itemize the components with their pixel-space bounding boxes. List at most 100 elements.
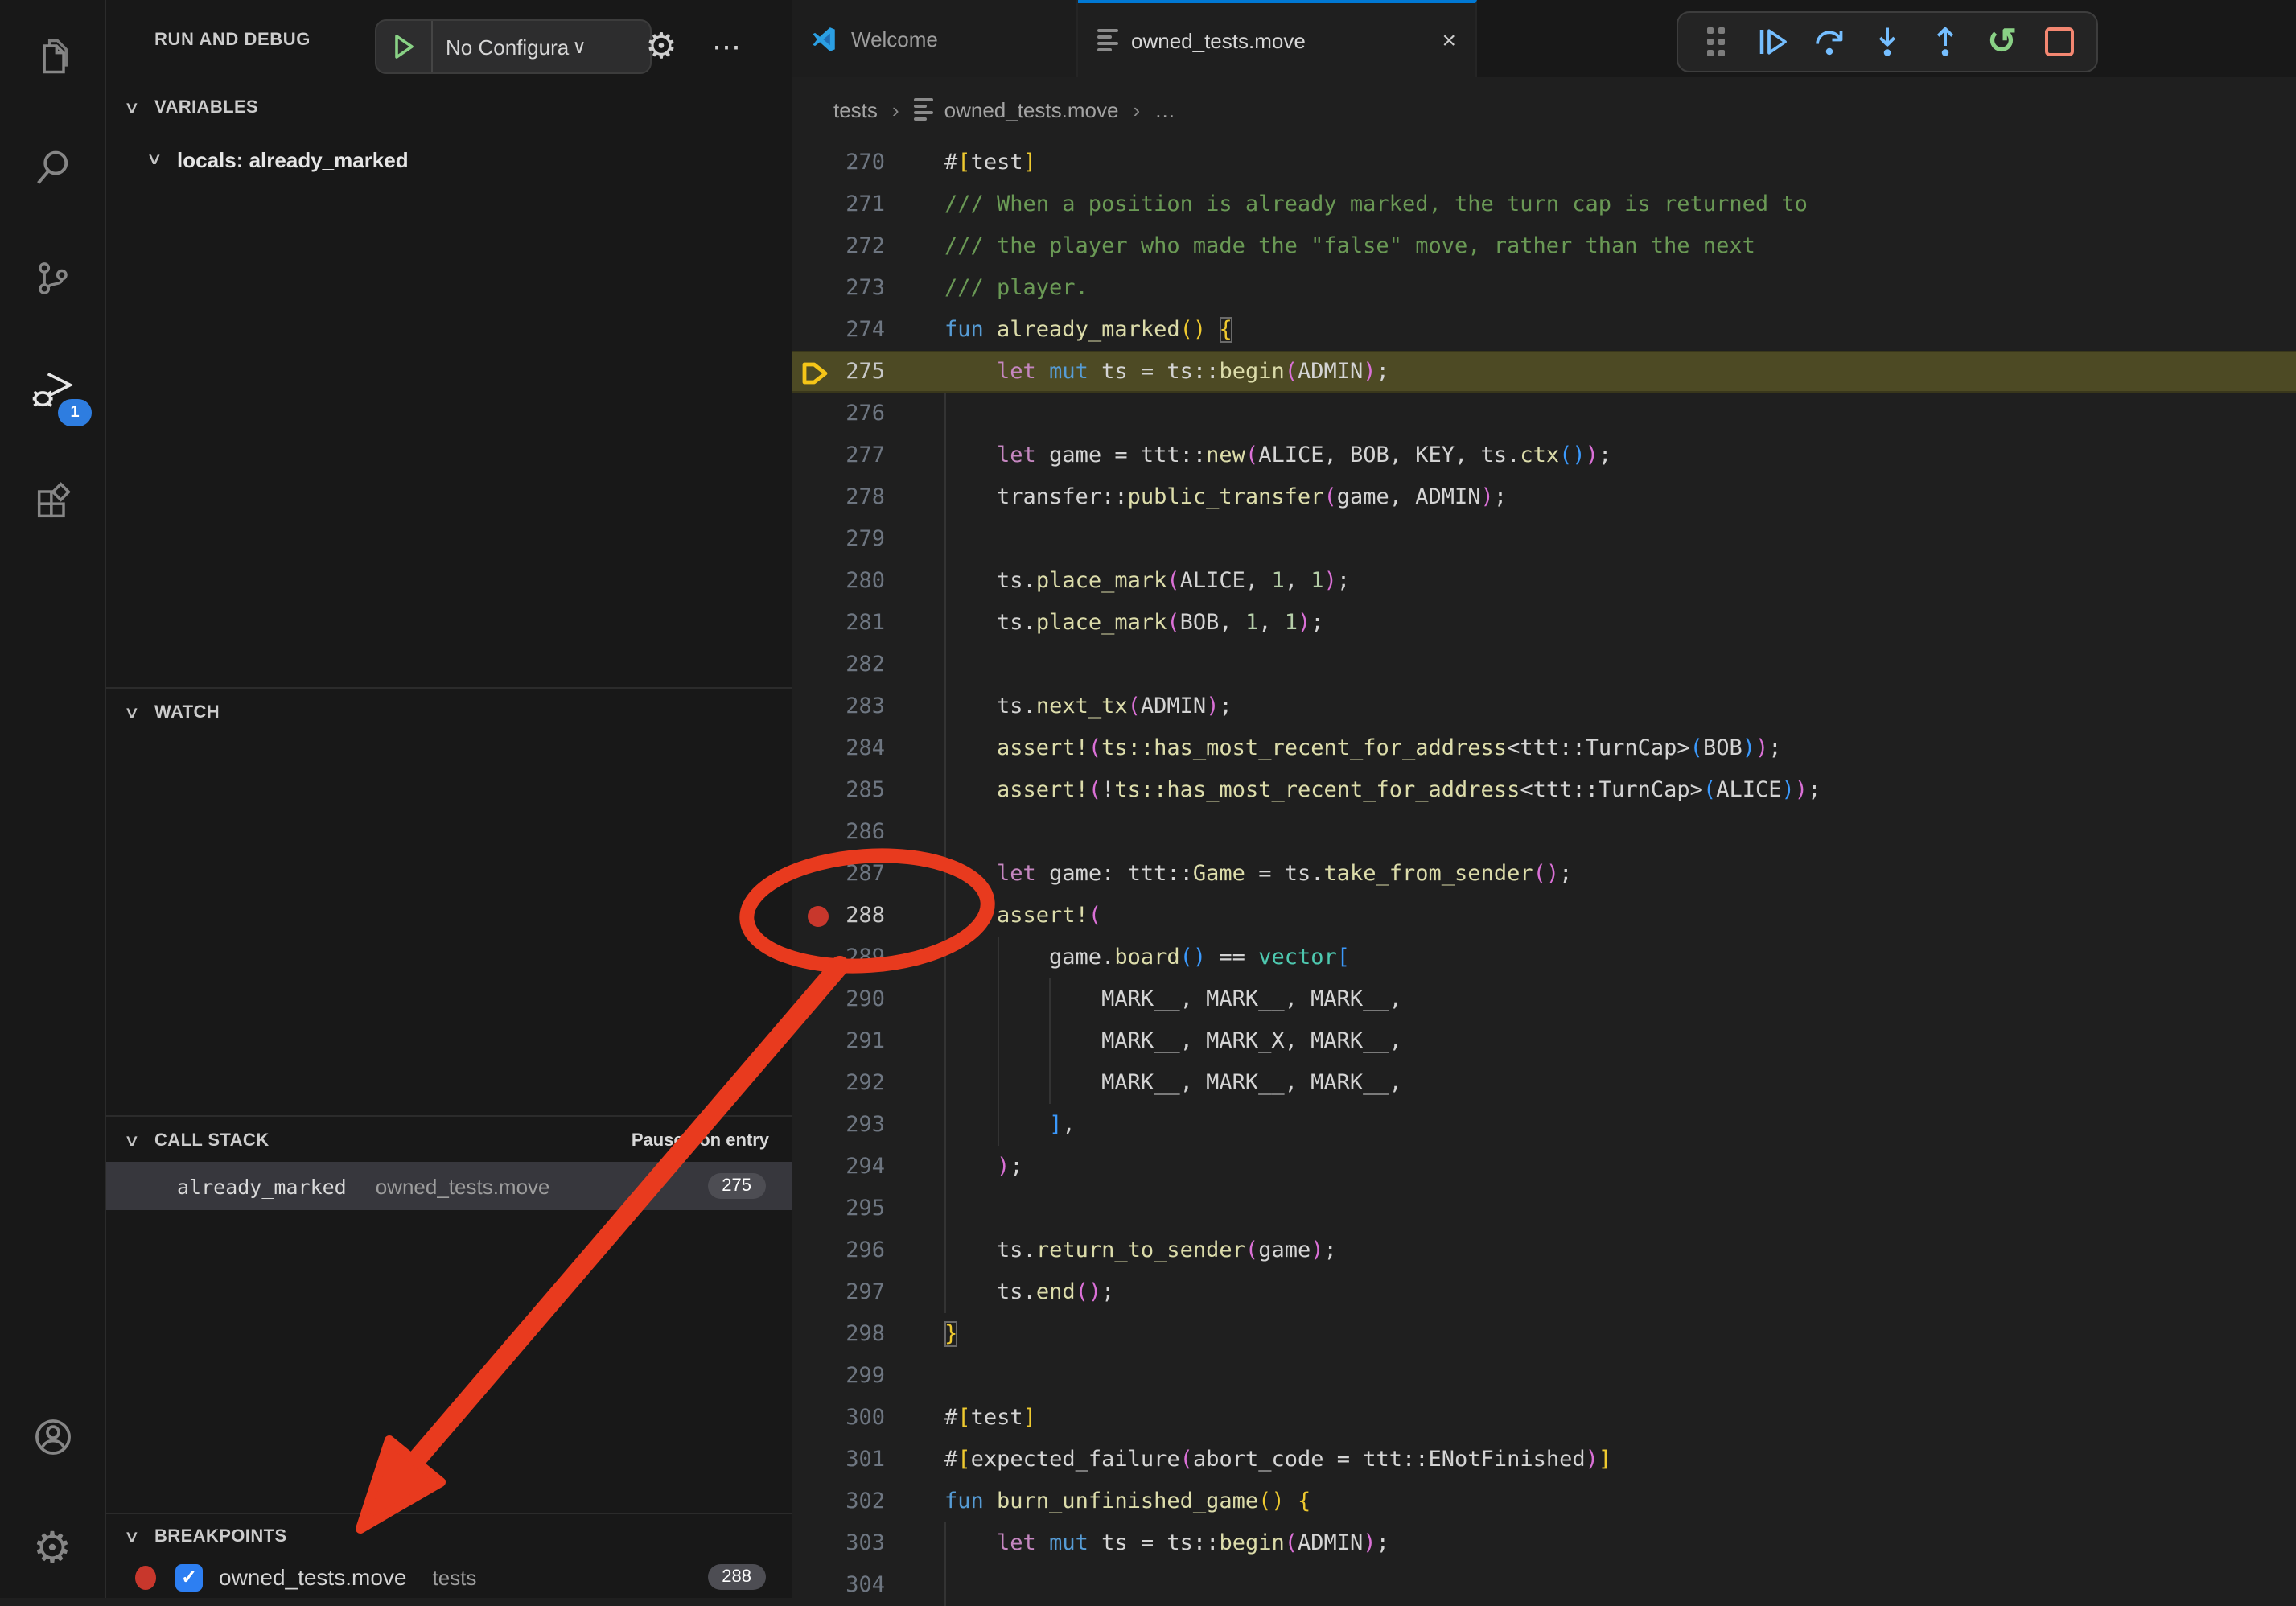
line-number[interactable]: 292	[792, 1062, 885, 1104]
line-number[interactable]: 298	[792, 1313, 885, 1355]
code-line[interactable]: 277 let game = ttt::new(ALICE, BOB, KEY,…	[792, 434, 2296, 476]
call-stack-section-header[interactable]: ∨ CALL STACK Paused on entry	[106, 1123, 792, 1159]
settings-gear-icon[interactable]: ⚙	[0, 1509, 105, 1587]
search-icon[interactable]	[0, 129, 105, 206]
line-number[interactable]: 286	[792, 811, 885, 853]
code-line[interactable]: 274fun already_marked() {	[792, 309, 2296, 351]
line-number[interactable]: 285	[792, 769, 885, 811]
code-line[interactable]: 279	[792, 518, 2296, 560]
more-actions-icon[interactable]: ⋯	[705, 24, 750, 69]
code-line[interactable]: 291 MARK__, MARK_X, MARK__,	[792, 1020, 2296, 1062]
code-line[interactable]: 295	[792, 1188, 2296, 1229]
continue-button[interactable]	[1751, 21, 1793, 63]
line-number[interactable]: 297	[792, 1271, 885, 1313]
code-line[interactable]: 278 transfer::public_transfer(game, ADMI…	[792, 476, 2296, 518]
line-number[interactable]: 278	[792, 476, 885, 518]
line-number[interactable]: 276	[792, 393, 885, 434]
breakpoint-list-item[interactable]: ✓ owned_tests.move tests 288	[106, 1555, 792, 1600]
line-number[interactable]: 302	[792, 1480, 885, 1522]
watch-section-header[interactable]: ∨ WATCH	[106, 695, 792, 731]
line-number[interactable]: 289	[792, 937, 885, 978]
explorer-icon[interactable]	[0, 18, 105, 95]
line-number[interactable]: 296	[792, 1229, 885, 1271]
line-number[interactable]: 294	[792, 1146, 885, 1188]
line-number[interactable]: 293	[792, 1104, 885, 1146]
code-line[interactable]: 280 ts.place_mark(ALICE, 1, 1);	[792, 560, 2296, 602]
line-number[interactable]: 288	[792, 895, 885, 937]
line-number[interactable]: 273	[792, 267, 885, 309]
line-number[interactable]: 295	[792, 1188, 885, 1229]
step-into-button[interactable]	[1866, 21, 1908, 63]
code-line[interactable]: 275 let mut ts = ts::begin(ADMIN);	[792, 351, 2296, 393]
line-number[interactable]: 279	[792, 518, 885, 560]
line-number[interactable]: 271	[792, 183, 885, 225]
code-lines[interactable]: 270#[test]271/// When a position is alre…	[792, 142, 2296, 1606]
code-line[interactable]: 293 ],	[792, 1104, 2296, 1146]
line-number[interactable]: 275	[792, 351, 885, 393]
breadcrumb-item-file[interactable]: owned_tests.move	[944, 97, 1119, 121]
variables-scope-row[interactable]: ∨ locals: already_marked	[106, 142, 792, 177]
code-line[interactable]: 300#[test]	[792, 1397, 2296, 1439]
step-out-button[interactable]	[1924, 21, 1965, 63]
line-number[interactable]: 284	[792, 727, 885, 769]
step-over-button[interactable]	[1809, 21, 1851, 63]
line-number[interactable]: 301	[792, 1439, 885, 1480]
code-line[interactable]: 286	[792, 811, 2296, 853]
line-number[interactable]: 303	[792, 1522, 885, 1564]
line-number[interactable]: 300	[792, 1397, 885, 1439]
code-line[interactable]: 281 ts.place_mark(BOB, 1, 1);	[792, 602, 2296, 644]
code-line[interactable]: 276	[792, 393, 2296, 434]
start-debug-icon[interactable]	[376, 21, 433, 72]
line-number[interactable]: 287	[792, 853, 885, 895]
line-number[interactable]: 283	[792, 686, 885, 727]
code-line[interactable]: 288 assert!(	[792, 895, 2296, 937]
code-line[interactable]: 292 MARK__, MARK__, MARK__,	[792, 1062, 2296, 1104]
call-stack-frame-row[interactable]: already_marked owned_tests.move 275	[106, 1162, 792, 1210]
line-number[interactable]: 280	[792, 560, 885, 602]
code-line[interactable]: 287 let game: ttt::Game = ts.take_from_s…	[792, 853, 2296, 895]
code-line[interactable]: 299	[792, 1355, 2296, 1397]
line-number[interactable]: 274	[792, 309, 885, 351]
code-line[interactable]: 271/// When a position is already marked…	[792, 183, 2296, 225]
line-number[interactable]: 277	[792, 434, 885, 476]
run-and-debug-icon[interactable]: 1	[0, 352, 105, 430]
code-line[interactable]: 290 MARK__, MARK__, MARK__,	[792, 978, 2296, 1020]
code-line[interactable]: 298}	[792, 1313, 2296, 1355]
line-number[interactable]: 299	[792, 1355, 885, 1397]
breadcrumb-item-tests[interactable]: tests	[833, 97, 878, 121]
code-line[interactable]: 272/// the player who made the "false" m…	[792, 225, 2296, 267]
extensions-icon[interactable]	[0, 463, 105, 541]
code-line[interactable]: 302fun burn_unfinished_game() {	[792, 1480, 2296, 1522]
line-number[interactable]: 281	[792, 602, 885, 644]
tab-welcome[interactable]: Welcome	[792, 0, 1078, 77]
code-line[interactable]: 304	[792, 1564, 2296, 1606]
line-number[interactable]: 304	[792, 1564, 885, 1606]
breakpoints-section-header[interactable]: ∨ BREAKPOINTS	[106, 1519, 792, 1555]
tab-owned-tests-move[interactable]: owned_tests.move ×	[1078, 0, 1477, 77]
code-line[interactable]: 296 ts.return_to_sender(game);	[792, 1229, 2296, 1271]
code-line[interactable]: 282	[792, 644, 2296, 686]
stop-button[interactable]	[2039, 21, 2080, 63]
account-icon[interactable]	[0, 1398, 105, 1476]
line-number[interactable]: 270	[792, 142, 885, 183]
breadcrumb-item-symbol[interactable]: …	[1154, 97, 1175, 121]
breakpoint-checkbox[interactable]: ✓	[175, 1563, 203, 1591]
code-line[interactable]: 273/// player.	[792, 267, 2296, 309]
code-line[interactable]: 284 assert!(ts::has_most_recent_for_addr…	[792, 727, 2296, 769]
line-number[interactable]: 290	[792, 978, 885, 1020]
line-number[interactable]: 291	[792, 1020, 885, 1062]
source-control-icon[interactable]	[0, 240, 105, 317]
code-line[interactable]: 283 ts.next_tx(ADMIN);	[792, 686, 2296, 727]
code-line[interactable]: 297 ts.end();	[792, 1271, 2296, 1313]
line-number[interactable]: 272	[792, 225, 885, 267]
restart-button[interactable]: ↺	[1981, 21, 2023, 63]
debug-config-dropdown[interactable]: No Configura ∨	[375, 19, 652, 74]
close-icon[interactable]: ×	[1442, 27, 1456, 54]
code-line[interactable]: 285 assert!(!ts::has_most_recent_for_add…	[792, 769, 2296, 811]
toolbar-drag-grip[interactable]	[1694, 21, 1736, 63]
code-line[interactable]: 294 );	[792, 1146, 2296, 1188]
variables-section-header[interactable]: ∨ VARIABLES	[106, 90, 792, 126]
code-line[interactable]: 270#[test]	[792, 142, 2296, 183]
debug-settings-gear-icon[interactable]: ⚙	[639, 24, 684, 69]
code-line[interactable]: 303 let mut ts = ts::begin(ADMIN);	[792, 1522, 2296, 1564]
